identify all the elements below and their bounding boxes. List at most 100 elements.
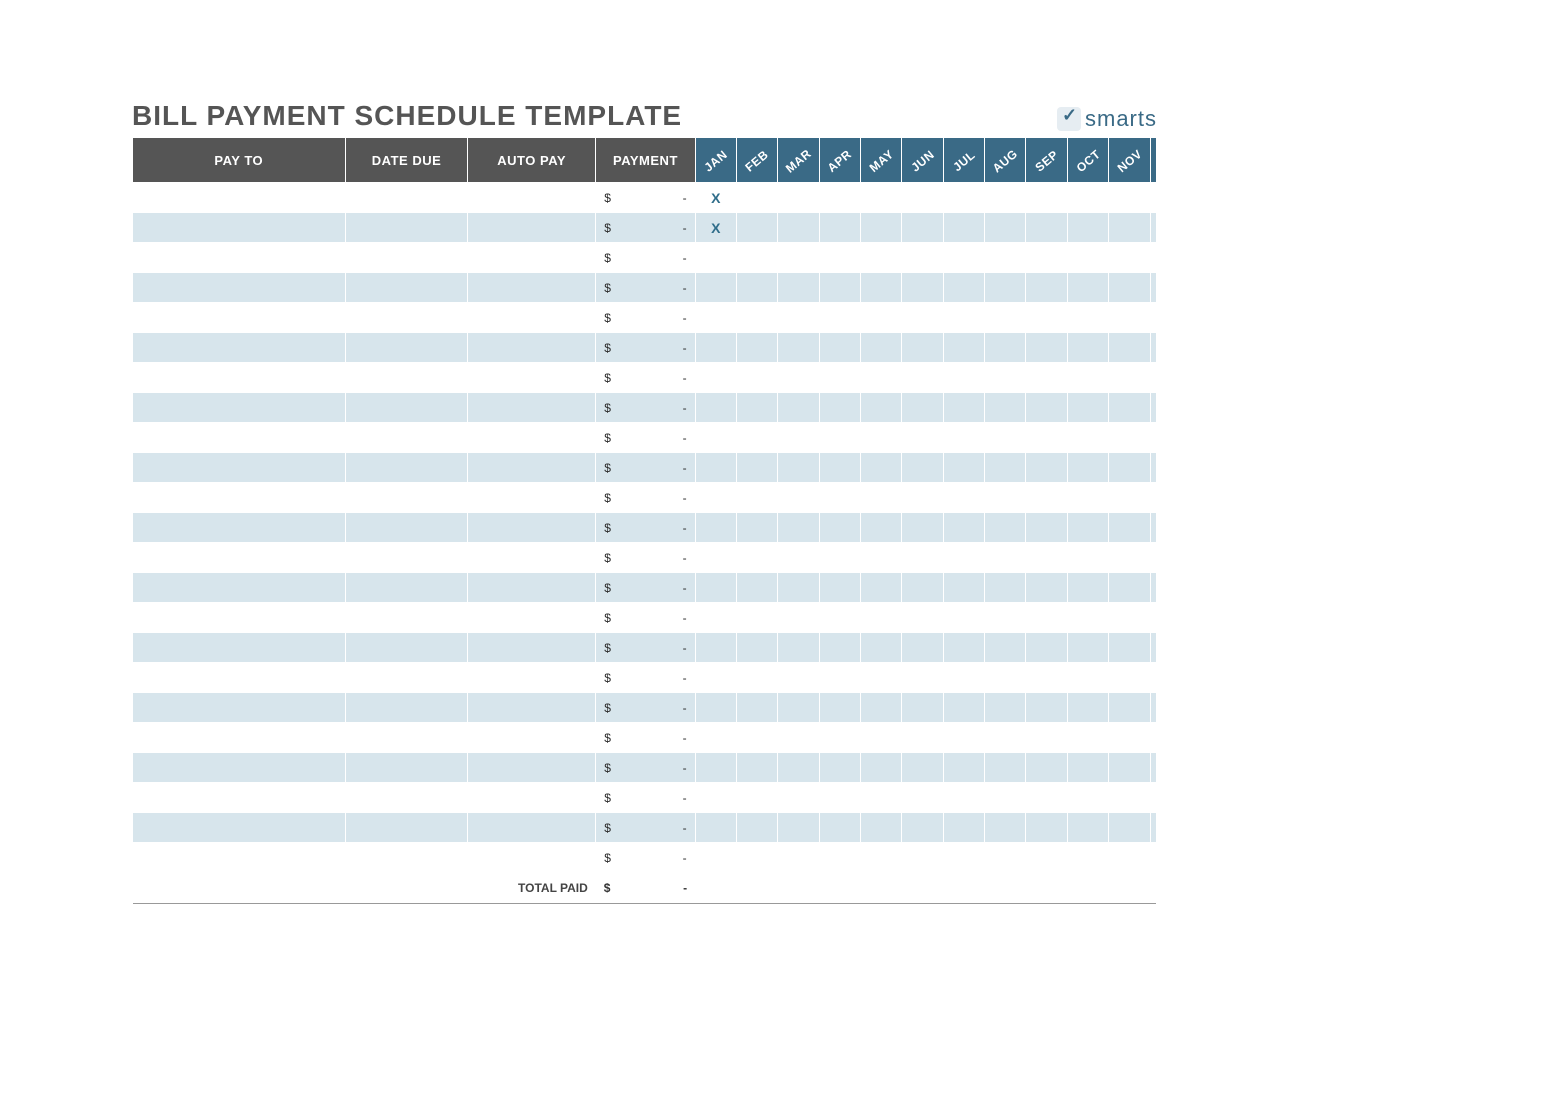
cell-auto-pay[interactable]: [468, 513, 596, 543]
cell-month[interactable]: [861, 453, 902, 483]
cell-month[interactable]: [985, 303, 1026, 333]
cell-month[interactable]: [1150, 213, 1156, 243]
cell-pay-to[interactable]: [133, 633, 346, 663]
cell-month[interactable]: [1067, 753, 1108, 783]
cell-date-due[interactable]: [346, 543, 468, 573]
cell-payment[interactable]: $-: [596, 693, 695, 723]
cell-month[interactable]: [985, 213, 1026, 243]
cell-month[interactable]: [1026, 303, 1067, 333]
cell-month[interactable]: [943, 243, 984, 273]
cell-month[interactable]: [819, 513, 860, 543]
cell-month[interactable]: [695, 483, 736, 513]
cell-month[interactable]: [736, 543, 777, 573]
cell-month[interactable]: [985, 363, 1026, 393]
cell-month[interactable]: [1150, 243, 1156, 273]
cell-month[interactable]: [861, 633, 902, 663]
cell-month[interactable]: [819, 243, 860, 273]
cell-month[interactable]: [1026, 813, 1067, 843]
cell-date-due[interactable]: [346, 393, 468, 423]
cell-month[interactable]: [819, 483, 860, 513]
cell-month[interactable]: [1109, 453, 1150, 483]
cell-pay-to[interactable]: [133, 753, 346, 783]
cell-date-due[interactable]: [346, 273, 468, 303]
cell-date-due[interactable]: [346, 753, 468, 783]
cell-auto-pay[interactable]: [468, 663, 596, 693]
cell-auto-pay[interactable]: [468, 333, 596, 363]
cell-auto-pay[interactable]: [468, 423, 596, 453]
cell-month[interactable]: [1026, 693, 1067, 723]
cell-month[interactable]: [778, 363, 819, 393]
cell-month[interactable]: [1150, 483, 1156, 513]
cell-month[interactable]: [1109, 753, 1150, 783]
cell-month[interactable]: [902, 843, 943, 873]
cell-payment[interactable]: $-: [596, 423, 695, 453]
cell-month[interactable]: [819, 393, 860, 423]
cell-month[interactable]: [819, 573, 860, 603]
cell-month[interactable]: [778, 723, 819, 753]
cell-date-due[interactable]: [346, 453, 468, 483]
cell-month[interactable]: [819, 693, 860, 723]
cell-month[interactable]: [736, 573, 777, 603]
cell-month[interactable]: [695, 783, 736, 813]
cell-month[interactable]: [943, 663, 984, 693]
cell-month[interactable]: [1150, 273, 1156, 303]
cell-date-due[interactable]: [346, 483, 468, 513]
cell-month[interactable]: [943, 603, 984, 633]
cell-month[interactable]: [1150, 723, 1156, 753]
cell-payment[interactable]: $-: [596, 213, 695, 243]
cell-month[interactable]: [943, 213, 984, 243]
cell-auto-pay[interactable]: [468, 813, 596, 843]
cell-month[interactable]: [985, 423, 1026, 453]
cell-month[interactable]: [778, 573, 819, 603]
cell-month[interactable]: [736, 663, 777, 693]
cell-pay-to[interactable]: [133, 183, 346, 213]
cell-auto-pay[interactable]: [468, 693, 596, 723]
cell-month[interactable]: [695, 693, 736, 723]
cell-month[interactable]: [861, 273, 902, 303]
cell-month[interactable]: [902, 393, 943, 423]
cell-month[interactable]: [778, 753, 819, 783]
cell-month[interactable]: [819, 273, 860, 303]
cell-month[interactable]: [861, 603, 902, 633]
cell-month[interactable]: [902, 363, 943, 393]
cell-month[interactable]: [1067, 543, 1108, 573]
cell-date-due[interactable]: [346, 423, 468, 453]
cell-month[interactable]: [695, 273, 736, 303]
cell-month[interactable]: [902, 693, 943, 723]
cell-month[interactable]: [1026, 453, 1067, 483]
cell-month[interactable]: [1150, 813, 1156, 843]
cell-month[interactable]: [943, 303, 984, 333]
cell-month[interactable]: [778, 303, 819, 333]
cell-month[interactable]: [1026, 483, 1067, 513]
cell-month[interactable]: [985, 813, 1026, 843]
cell-auto-pay[interactable]: [468, 243, 596, 273]
cell-month[interactable]: [1067, 603, 1108, 633]
cell-month[interactable]: [861, 843, 902, 873]
cell-month[interactable]: [1109, 213, 1150, 243]
cell-month[interactable]: [819, 183, 860, 213]
cell-pay-to[interactable]: [133, 573, 346, 603]
cell-month[interactable]: [778, 453, 819, 483]
cell-payment[interactable]: $-: [596, 453, 695, 483]
cell-month[interactable]: [902, 453, 943, 483]
cell-auto-pay[interactable]: [468, 303, 596, 333]
cell-month[interactable]: [1026, 723, 1067, 753]
cell-month[interactable]: [861, 303, 902, 333]
cell-auto-pay[interactable]: [468, 183, 596, 213]
cell-month[interactable]: [902, 483, 943, 513]
cell-month[interactable]: [943, 423, 984, 453]
cell-month[interactable]: [736, 363, 777, 393]
cell-month[interactable]: [1067, 183, 1108, 213]
cell-month[interactable]: [778, 693, 819, 723]
cell-month[interactable]: [902, 723, 943, 753]
cell-month[interactable]: [1109, 543, 1150, 573]
cell-month[interactable]: [943, 513, 984, 543]
cell-month[interactable]: [695, 333, 736, 363]
cell-month[interactable]: [1067, 843, 1108, 873]
cell-month[interactable]: [985, 453, 1026, 483]
cell-date-due[interactable]: [346, 243, 468, 273]
cell-month[interactable]: [736, 243, 777, 273]
cell-month[interactable]: [1109, 813, 1150, 843]
cell-month[interactable]: [943, 393, 984, 423]
cell-month[interactable]: [819, 603, 860, 633]
